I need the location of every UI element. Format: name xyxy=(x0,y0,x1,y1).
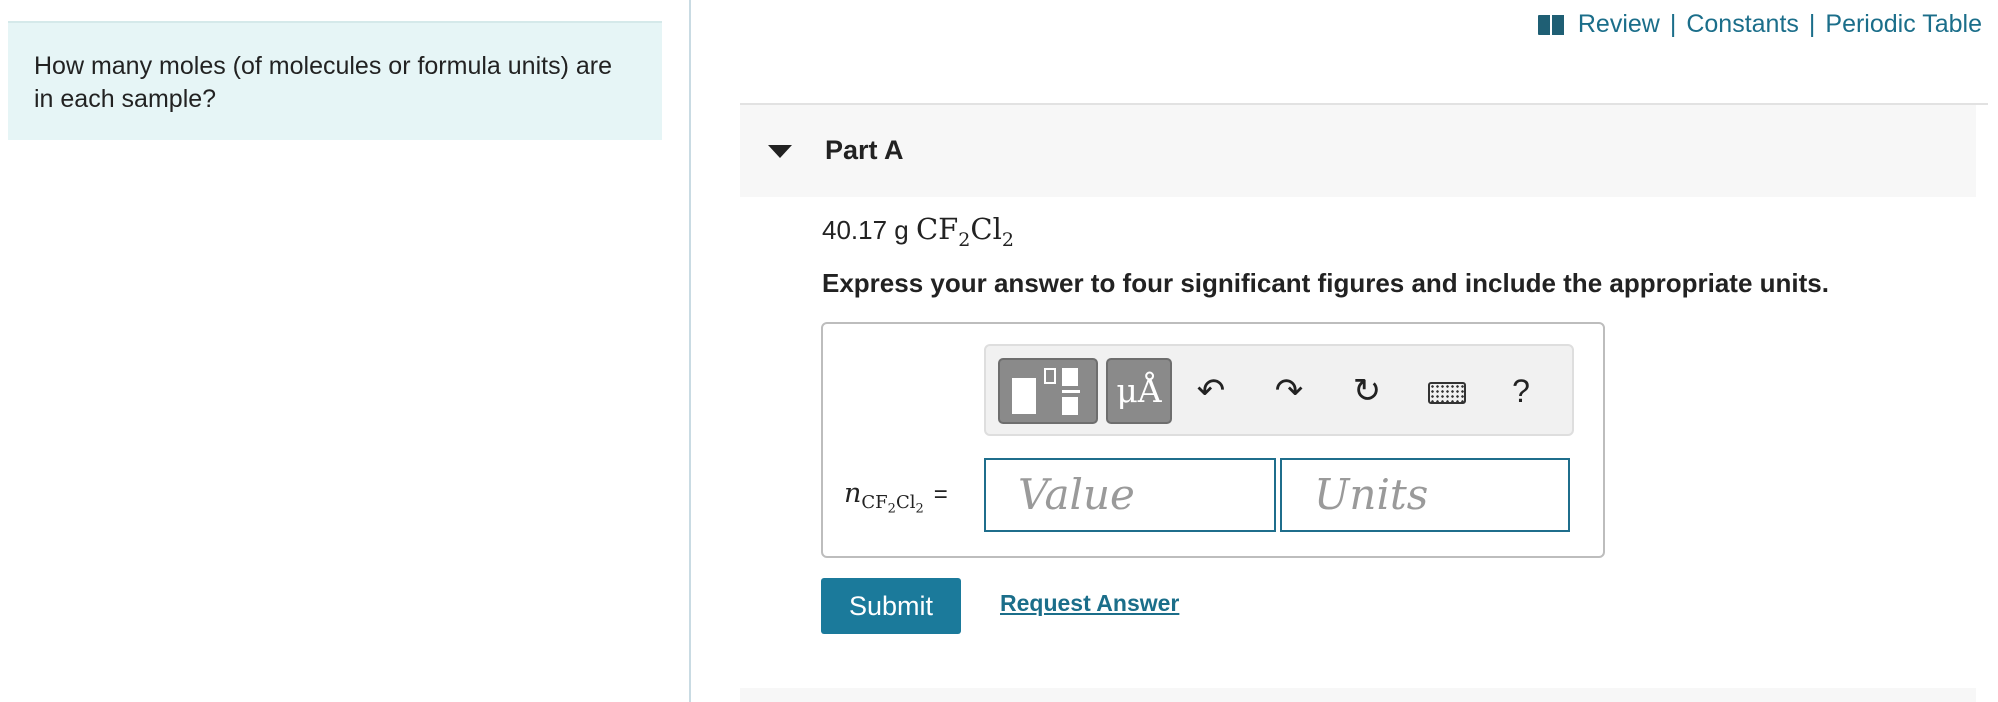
request-answer-link[interactable]: Request Answer xyxy=(1000,590,1179,617)
sample-formula: CF2Cl2 xyxy=(915,212,1014,251)
fraction-bottom-icon xyxy=(1062,397,1078,415)
left-pane: How many moles (of molecules or formula … xyxy=(0,0,690,702)
pane-divider[interactable] xyxy=(689,0,691,702)
question-box: How many moles (of molecules or formula … xyxy=(8,21,662,140)
units-input[interactable]: Units xyxy=(1280,458,1570,532)
part-title: Part A xyxy=(825,135,904,165)
link-separator: | xyxy=(1669,10,1677,38)
question-text: How many moles (of molecules or formula … xyxy=(34,52,612,113)
instructions: Express your answer to four significant … xyxy=(822,268,1829,298)
redo-icon[interactable]: ↷ xyxy=(1264,364,1314,418)
keyboard-icon[interactable] xyxy=(1422,364,1472,418)
help-icon[interactable]: ? xyxy=(1496,364,1546,418)
review-link[interactable]: Review xyxy=(1578,10,1660,39)
reset-icon[interactable]: ↻ xyxy=(1342,364,1392,418)
part-header[interactable]: Part A xyxy=(740,105,1976,197)
fraction-bar-icon xyxy=(1062,390,1080,393)
sample-line: 40.17 g CF2Cl2 xyxy=(822,212,1014,251)
constants-link[interactable]: Constants xyxy=(1686,10,1799,39)
book-icon xyxy=(1537,14,1564,35)
submit-button[interactable]: Submit xyxy=(821,578,961,634)
math-toolbar: μÅ ↶ ↷ ↻ ? xyxy=(984,344,1574,436)
caret-down-icon[interactable] xyxy=(768,145,792,158)
next-part-strip xyxy=(740,688,1976,702)
template-box-icon xyxy=(1044,368,1056,384)
undo-icon[interactable]: ↶ xyxy=(1186,364,1236,418)
sample-mass: 40.17 g xyxy=(822,215,909,245)
variable-label: nCF2Cl2= xyxy=(844,478,948,517)
units-button[interactable]: μÅ xyxy=(1106,358,1172,424)
template-block-icon xyxy=(1012,378,1036,414)
periodic-table-link[interactable]: Periodic Table xyxy=(1825,10,1982,39)
fraction-top-icon xyxy=(1062,368,1078,386)
top-links: Review | Constants | Periodic Table xyxy=(1537,10,1982,39)
link-separator: | xyxy=(1808,10,1816,38)
templates-button[interactable] xyxy=(998,358,1098,424)
value-input[interactable]: Value xyxy=(984,458,1276,532)
